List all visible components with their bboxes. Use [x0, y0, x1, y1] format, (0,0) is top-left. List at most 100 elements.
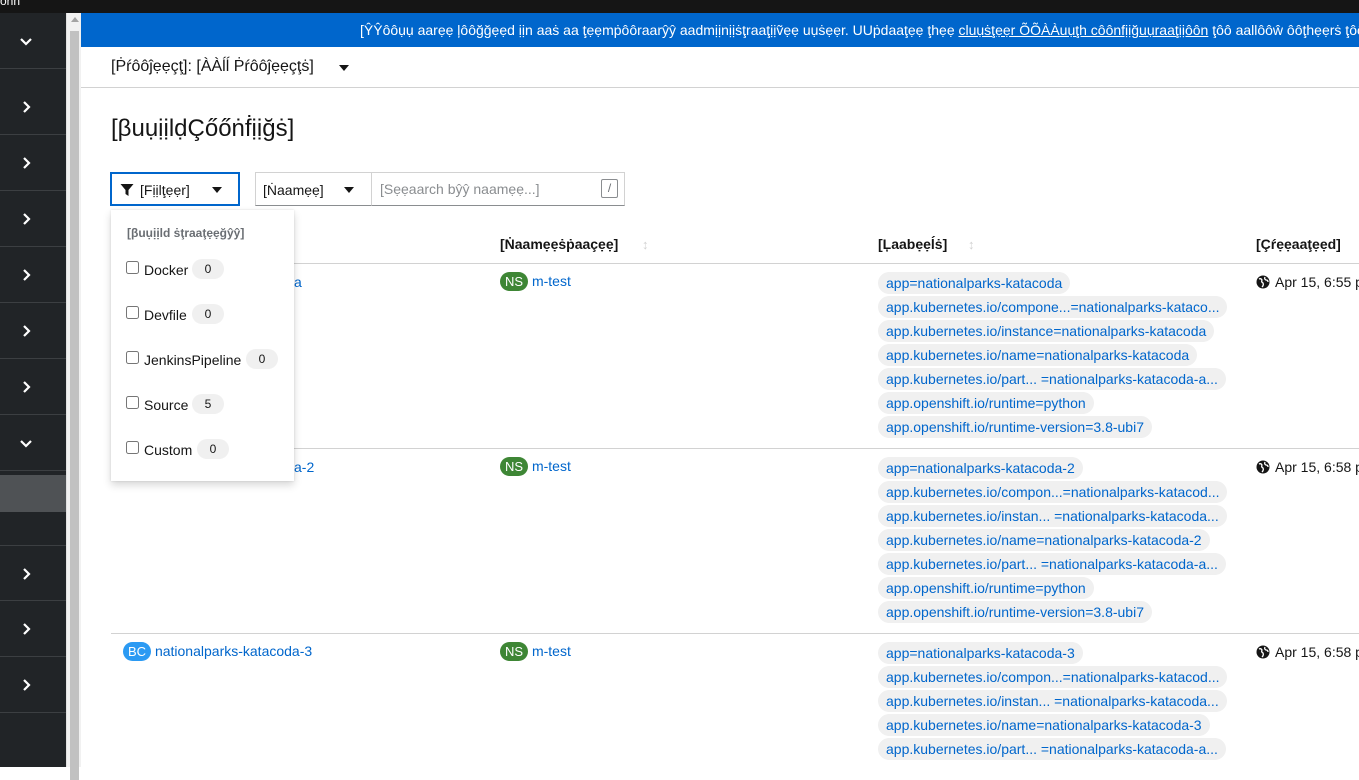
nav-sidebar: [0, 13, 66, 767]
label-chip[interactable]: app=nationalparks-katacoda-3: [878, 642, 1083, 664]
filter-checkbox[interactable]: [126, 261, 139, 274]
label-chip[interactable]: app.kubernetes.io/instan... =nationalpar…: [878, 505, 1227, 527]
nav-section-10[interactable]: [0, 601, 66, 657]
label-chip[interactable]: app=nationalparks-katacoda-2: [878, 457, 1083, 479]
buildconfig-name-link[interactable]: nationalparks-katacoda-3: [155, 643, 312, 659]
namespace-link[interactable]: m-test: [532, 643, 571, 659]
label-chip[interactable]: app.kubernetes.io/name=nationalparks-kat…: [878, 344, 1198, 366]
sort-icon[interactable]: ↕: [642, 237, 649, 252]
filter-group-title: [βuụịịld ṡţraaţẹẹğŷŷ]: [127, 226, 245, 240]
chevron-down-icon: [20, 38, 32, 46]
label-chip[interactable]: app.kubernetes.io/instance=nationalparks…: [878, 320, 1215, 342]
label-chip[interactable]: app.kubernetes.io/part... =nationalparks…: [878, 368, 1226, 390]
buildconfig-name-link[interactable]: a: [294, 274, 302, 290]
buildconfig-name-cell: BC nationalparks-katacoda-3: [123, 642, 312, 661]
temporary-admin-banner: [ŶŶôôụụ aarẹẹ ļôôğğẹẹd ịịn aaṡ aa ţẹẹmṗô…: [81, 13, 1359, 47]
chevron-right-icon: [23, 623, 31, 635]
namespace-cell: NS m-test: [500, 272, 571, 291]
filter-menu: [βuụịịld ṡţraaţẹẹğŷŷ] Docker 0 Devfile 0…: [111, 210, 294, 481]
created-cell: Apr 15, 6:58 p: [1256, 644, 1359, 660]
filter-count-badge: 0: [192, 304, 224, 324]
chevron-right-icon: [23, 157, 31, 169]
chevron-down-icon: [20, 440, 32, 448]
filter-count-badge: 0: [197, 439, 229, 459]
filter-checkbox[interactable]: [126, 351, 139, 364]
label-chip[interactable]: app.kubernetes.io/compone...=nationalpar…: [878, 296, 1228, 318]
label-chip[interactable]: app.openshift.io/runtime-version=3.8-ubi…: [878, 601, 1152, 623]
banner-oauth-link[interactable]: cluụṡţẹẹr ÕÕÀÀuụţh côônfịịğuụraaţịịôôn: [959, 22, 1209, 38]
label-chip[interactable]: app=nationalparks-katacoda: [878, 272, 1071, 294]
chevron-right-icon: [23, 213, 31, 225]
namespace-cell: NS m-test: [500, 457, 571, 476]
globe-icon: [1256, 275, 1270, 289]
scrollbar-thumb[interactable]: [70, 31, 79, 780]
row-divider: [111, 633, 1359, 634]
created-cell: Apr 15, 6:58 p: [1256, 459, 1359, 475]
created-cell: Apr 15, 6:55 p: [1256, 274, 1359, 290]
header-divider: [111, 263, 1359, 264]
project-bar: [Ṗŕôôĵẹẹçţ]: [ÀÀĺĺ Ṗŕôôĵẹẹçţṡ]: [81, 47, 1359, 88]
chevron-right-icon: [23, 679, 31, 691]
filter-count-badge: 0: [192, 259, 224, 279]
column-header-namespace[interactable]: [Ṅaamẹẹṡṗaaçẹẹ]: [500, 236, 618, 252]
nav-section-11[interactable]: [0, 657, 66, 713]
nav-section-1[interactable]: [0, 13, 66, 69]
nav-section-9[interactable]: [0, 545, 66, 601]
masthead: ohn: [0, 0, 1359, 13]
row-divider: [111, 448, 1359, 449]
nav-section-4[interactable]: [0, 191, 66, 247]
filter-option-label: JenkinsPipeline: [144, 352, 242, 368]
filter-option-label: Docker: [144, 262, 189, 278]
chevron-right-icon: [23, 269, 31, 281]
label-chip[interactable]: app.openshift.io/runtime=python: [878, 392, 1094, 414]
ns-badge: NS: [500, 457, 529, 476]
filter-icon: [120, 184, 134, 196]
filter-dropdown-toggle[interactable]: [Fịịlţẹẹr]: [110, 172, 240, 206]
nav-section-5[interactable]: [0, 247, 66, 303]
nav-section-8-expanded[interactable]: [0, 415, 66, 471]
label-chip[interactable]: app.kubernetes.io/name=nationalparks-kat…: [878, 714, 1210, 736]
nav-section-3[interactable]: [0, 135, 66, 191]
sidebar-scrollbar[interactable]: [66, 13, 81, 780]
globe-icon: [1256, 645, 1270, 659]
caret-down-icon: [344, 187, 354, 193]
filter-count-badge: 5: [192, 394, 224, 414]
name-select-label: [Ṅaamẹẹ]: [263, 182, 324, 198]
chevron-right-icon: [23, 101, 31, 113]
label-chip[interactable]: app.openshift.io/runtime=python: [878, 577, 1094, 599]
caret-down-icon: [212, 187, 222, 193]
name-select-dropdown[interactable]: [Ṅaamẹẹ]: [255, 172, 372, 206]
namespace-link[interactable]: m-test: [532, 273, 571, 289]
label-chip[interactable]: app.kubernetes.io/part... =nationalparks…: [878, 553, 1226, 575]
nav-section-6[interactable]: [0, 303, 66, 359]
label-chip[interactable]: app.kubernetes.io/compon...=nationalpark…: [878, 481, 1228, 503]
nav-section-7[interactable]: [0, 359, 66, 415]
caret-down-icon[interactable]: [339, 65, 349, 71]
filter-checkbox[interactable]: [126, 441, 139, 454]
namespace-link[interactable]: m-test: [532, 458, 571, 474]
filter-count-badge: 0: [246, 349, 278, 369]
label-chip[interactable]: app.kubernetes.io/instan... =nationalpar…: [878, 690, 1227, 712]
label-chip[interactable]: app.kubernetes.io/compon...=nationalpark…: [878, 666, 1228, 688]
column-header-labels[interactable]: [Ļaabẹẹĺṡ]: [878, 236, 947, 252]
filter-option-label: Devfile: [144, 307, 187, 323]
chevron-right-icon: [23, 381, 31, 393]
sort-icon[interactable]: ↕: [968, 237, 975, 252]
filter-checkbox[interactable]: [126, 396, 139, 409]
label-chip[interactable]: app.kubernetes.io/name=nationalparks-kat…: [878, 529, 1210, 551]
search-input[interactable]: [371, 172, 625, 206]
label-chip[interactable]: app.openshift.io/runtime-version=3.8-ubi…: [878, 416, 1152, 438]
label-chip[interactable]: app.kubernetes.io/part... =nationalparks…: [878, 738, 1226, 760]
column-header-created[interactable]: [Çŕẹẹaaţẹẹd]: [1256, 236, 1341, 252]
filter-checkbox[interactable]: [126, 306, 139, 319]
filter-option-label: Source: [144, 397, 189, 413]
banner-text-after: ţôô aallôôŵ ôôţhẹẹrṡ ţôô: [1208, 22, 1359, 38]
nav-section-2[interactable]: [0, 79, 66, 135]
project-selector-label[interactable]: [Ṗŕôôĵẹẹçţ]: [ÀÀĺĺ Ṗŕôôĵẹẹçţṡ]: [111, 58, 314, 76]
buildconfig-name-link[interactable]: a-2: [294, 459, 314, 475]
nav-subitem-active[interactable]: [0, 475, 66, 512]
keyboard-shortcut-hint: /: [601, 179, 618, 198]
scroll-up-arrow-icon[interactable]: [71, 17, 79, 22]
created-timestamp: Apr 15, 6:55 p: [1275, 274, 1359, 290]
filter-label: [Fịịlţẹẹr]: [140, 182, 190, 198]
